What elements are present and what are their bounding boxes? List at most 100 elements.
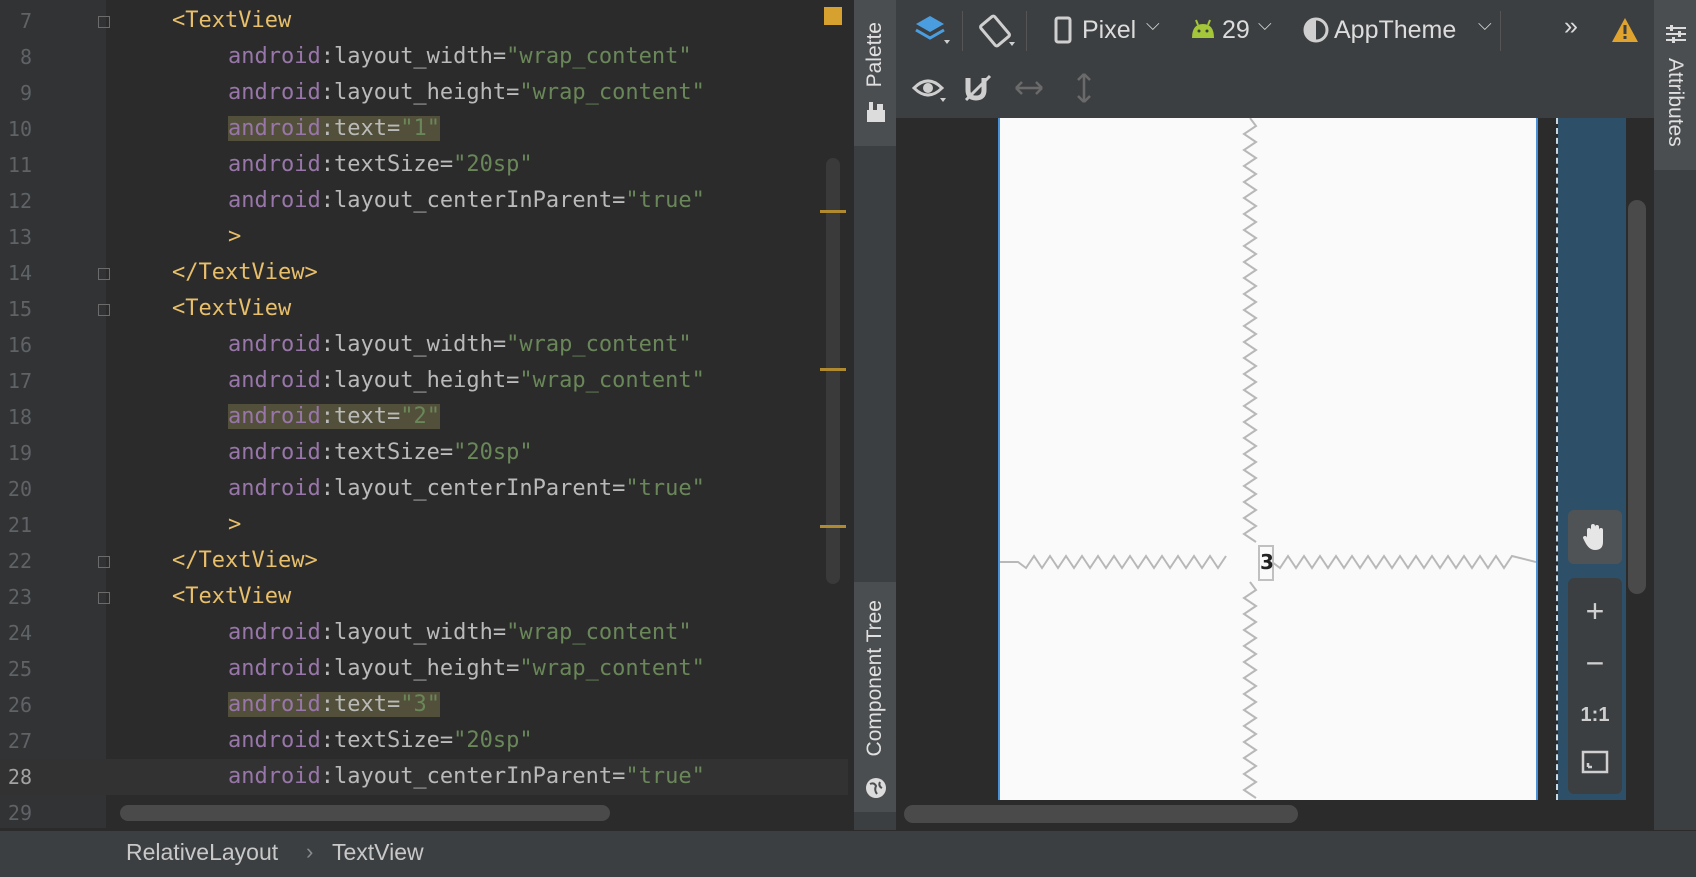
warning-icon[interactable] (1610, 16, 1640, 44)
code-text[interactable]: android:textSize="20sp" (228, 435, 533, 471)
fold-icon[interactable] (98, 304, 110, 316)
code-text[interactable]: android:layout_centerInParent="true" (228, 759, 705, 795)
code-line[interactable]: 12 android:layout_centerInParent="true" (0, 183, 848, 219)
code-text[interactable]: android:text="2" (228, 399, 440, 435)
code-token: "wrap_content" (506, 332, 692, 357)
magnet-off-icon[interactable] (962, 72, 994, 104)
api-level-selector[interactable]: 29 (1222, 16, 1250, 45)
fold-icon[interactable] (98, 556, 110, 568)
horizontal-arrows-icon (1015, 81, 1043, 95)
code-text[interactable]: android:layout_height="wrap_content" (228, 363, 705, 399)
line-number: 23 (7, 585, 32, 609)
design-vertical-scrollbar[interactable] (1628, 200, 1646, 594)
code-token: "wrap_content" (519, 368, 705, 393)
device-preview[interactable] (998, 118, 1538, 800)
attributes-tab[interactable]: Attributes (1654, 0, 1696, 170)
zoom-out-button[interactable]: − (1568, 638, 1622, 688)
eye-icon[interactable] (912, 74, 948, 104)
code-text[interactable]: > (228, 219, 241, 255)
breadcrumb-item-relativelayout[interactable]: RelativeLayout (126, 839, 278, 866)
code-line[interactable]: 13 > (0, 219, 848, 255)
component-tree-tab[interactable]: Component Tree (854, 582, 896, 812)
code-line[interactable]: 8 android:layout_width="wrap_content" (0, 39, 848, 75)
palette-tab[interactable]: Palette (854, 0, 896, 146)
code-text[interactable]: </TextView> (172, 543, 318, 579)
code-text[interactable]: android:layout_width="wrap_content" (228, 39, 692, 75)
code-line[interactable]: 10 android:text="1" (0, 111, 848, 147)
scroll-marker[interactable] (820, 368, 846, 371)
scroll-marker[interactable] (820, 525, 846, 528)
line-number: 24 (7, 621, 32, 645)
code-line[interactable]: 18 android:text="2" (0, 399, 848, 435)
scroll-marker[interactable] (820, 210, 846, 213)
code-line[interactable]: 7 <TextView (0, 3, 848, 39)
code-line[interactable]: 9 android:layout_height="wrap_content" (0, 75, 848, 111)
code-line[interactable]: 25 android:layout_height="wrap_content" (0, 651, 848, 687)
code-token: :layout_centerInParent= (320, 476, 626, 501)
code-text[interactable]: android:layout_centerInParent="true" (228, 471, 705, 507)
line-number: 13 (7, 225, 32, 249)
textview-preview[interactable]: 3 (1258, 545, 1274, 581)
code-line[interactable]: 16 android:layout_width="wrap_content" (0, 327, 848, 363)
code-token: "1" (400, 116, 440, 141)
theme-selector[interactable]: AppTheme (1334, 16, 1456, 45)
code-line[interactable]: 28 android:layout_centerInParent="true" (0, 759, 848, 795)
fit-screen-button[interactable] (1568, 738, 1622, 788)
code-text[interactable]: > (228, 507, 241, 543)
code-line[interactable]: 27 android:textSize="20sp" (0, 723, 848, 759)
fold-icon[interactable] (98, 592, 110, 604)
fold-icon[interactable] (98, 16, 110, 28)
design-toolbar: Pixel ⌵ 29 ⌵ AppTheme ⌵ » (896, 0, 1654, 63)
code-text[interactable]: android:layout_height="wrap_content" (228, 651, 705, 687)
device-selector[interactable]: Pixel (1082, 16, 1136, 45)
code-text[interactable]: android:text="3" (228, 687, 440, 723)
code-token: :textSize= (320, 728, 454, 753)
fit-screen-icon (1581, 750, 1609, 774)
orientation-icon[interactable] (976, 12, 1016, 50)
line-number: 27 (7, 729, 32, 753)
fold-icon[interactable] (98, 268, 110, 280)
code-line[interactable]: 23 <TextView (0, 579, 848, 615)
code-text[interactable]: </TextView> (172, 255, 318, 291)
code-text[interactable]: android:textSize="20sp" (228, 723, 533, 759)
code-token: android (228, 656, 321, 681)
design-horizontal-scrollbar[interactable] (904, 805, 1298, 823)
theme-icon (1303, 17, 1329, 43)
code-line[interactable]: 20 android:layout_centerInParent="true" (0, 471, 848, 507)
actual-size-button[interactable]: 1:1 (1568, 690, 1622, 740)
inspection-status-icon[interactable] (824, 7, 842, 25)
code-text[interactable]: android:layout_width="wrap_content" (228, 327, 692, 363)
code-text[interactable]: <TextView (172, 3, 291, 39)
code-line[interactable]: 19 android:textSize="20sp" (0, 435, 848, 471)
code-text[interactable]: android:text="1" (228, 111, 440, 147)
code-line[interactable]: 24 android:layout_width="wrap_content" (0, 615, 848, 651)
zoom-in-button[interactable]: + (1568, 586, 1622, 636)
code-token: android (228, 692, 321, 717)
pan-button[interactable] (1568, 510, 1622, 564)
toolbar-overflow-button[interactable]: » (1564, 12, 1578, 41)
code-text[interactable]: android:textSize="20sp" (228, 147, 533, 183)
code-text[interactable]: android:layout_height="wrap_content" (228, 75, 705, 111)
code-line[interactable]: 14 </TextView> (0, 255, 848, 291)
breadcrumb-item-textview[interactable]: TextView (332, 839, 424, 866)
code-editor[interactable]: 7 <TextView 8 android:layout_width="wrap_co… (0, 0, 848, 828)
code-line[interactable]: 17 android:layout_height="wrap_content" (0, 363, 848, 399)
code-text[interactable]: <TextView (172, 291, 291, 327)
component-tree-tab-label: Component Tree (863, 600, 886, 757)
code-text[interactable]: android:layout_centerInParent="true" (228, 183, 705, 219)
code-token: android (228, 80, 321, 105)
line-number: 19 (7, 441, 32, 465)
code-line[interactable]: 21 > (0, 507, 848, 543)
code-line[interactable]: 26 android:text="3" (0, 687, 848, 723)
code-token: "wrap_content" (506, 44, 692, 69)
code-text[interactable]: android:layout_width="wrap_content" (228, 615, 692, 651)
code-line[interactable]: 11 android:textSize="20sp" (0, 147, 848, 183)
editor-vertical-scrollbar[interactable] (826, 158, 840, 584)
code-text[interactable]: <TextView (172, 579, 291, 615)
code-line[interactable]: 22 </TextView> (0, 543, 848, 579)
code-token: android (228, 116, 321, 141)
layers-icon[interactable] (912, 12, 952, 48)
editor-horizontal-scrollbar[interactable] (120, 805, 610, 821)
code-token: :layout_height= (320, 656, 520, 681)
code-line[interactable]: 15 <TextView (0, 291, 848, 327)
